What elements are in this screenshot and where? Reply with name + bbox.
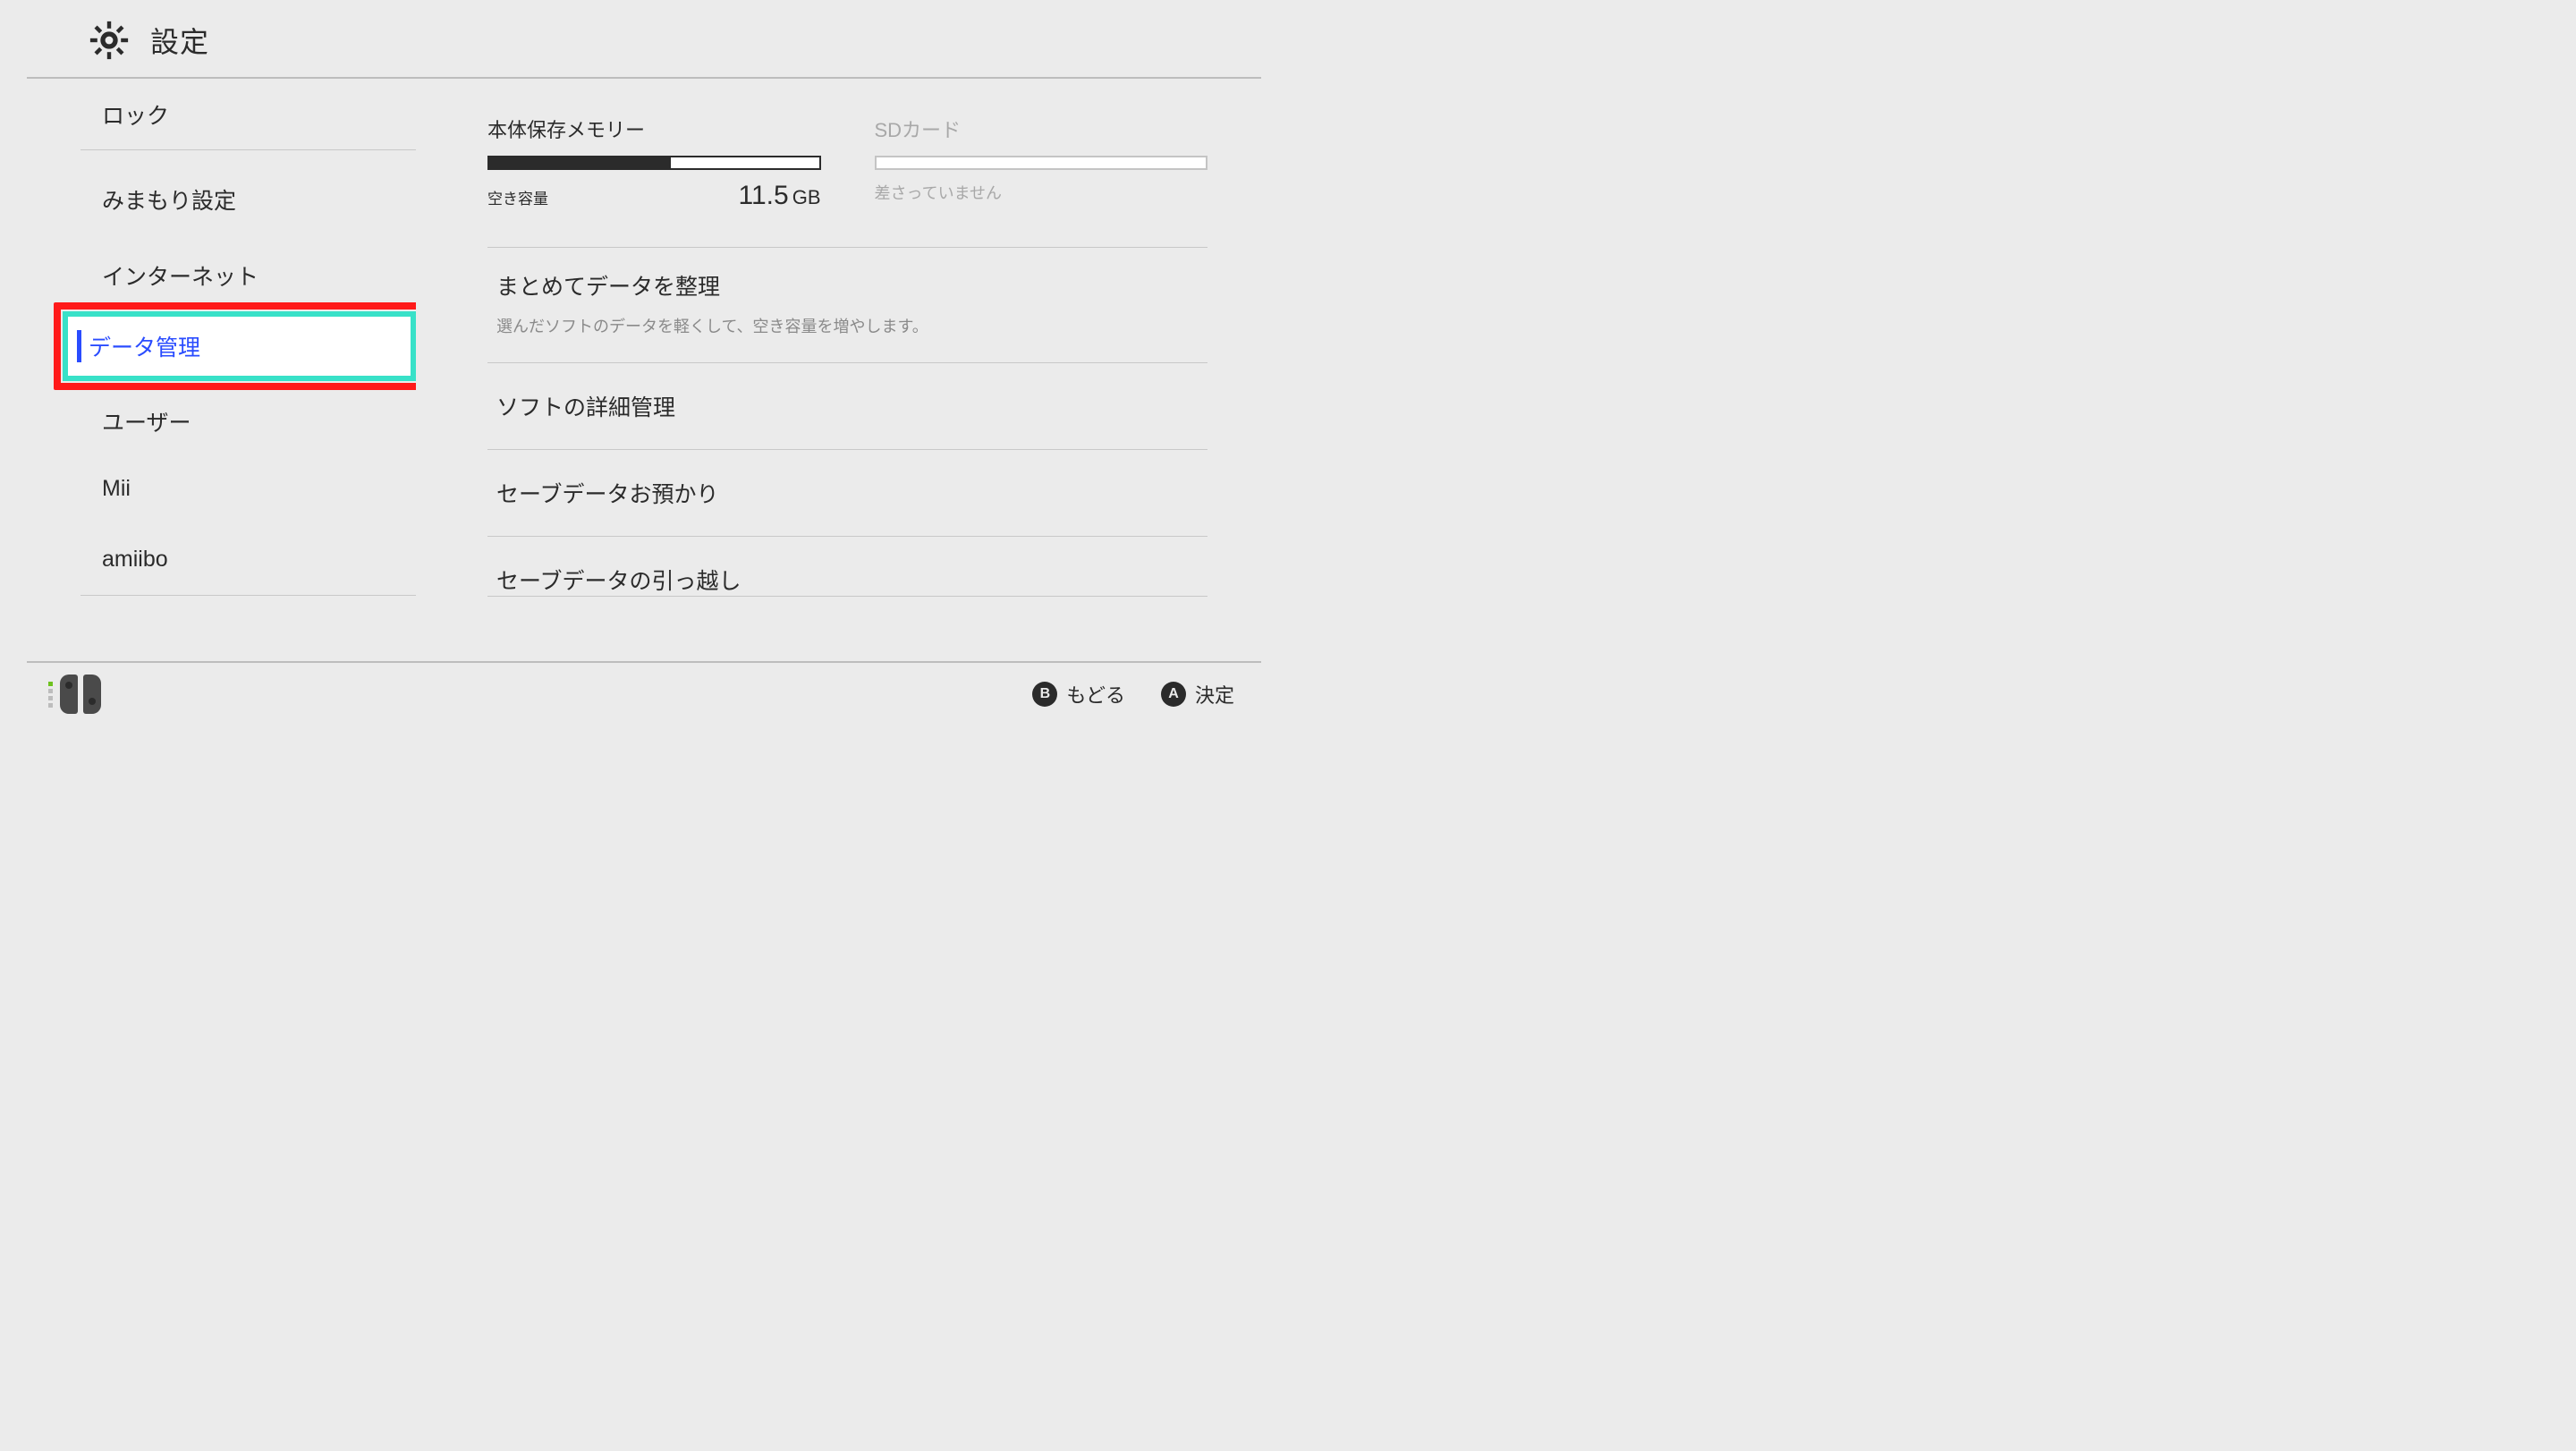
- storage-internal-bar: [487, 156, 821, 170]
- storage-summary: 本体保存メモリー 空き容量 11.5GB SDカード 差さっていません: [487, 115, 1208, 211]
- sidebar-item-internet[interactable]: インターネット: [80, 249, 416, 302]
- sidebar-item-label: ロック: [102, 98, 169, 131]
- page-title: 設定: [150, 20, 209, 61]
- storage-free-value: 11.5GB: [739, 181, 821, 211]
- sidebar-item-label: みまもり設定: [102, 183, 236, 216]
- storage-internal: 本体保存メモリー 空き容量 11.5GB: [487, 115, 821, 211]
- sidebar-item-label: Mii: [102, 476, 131, 502]
- sidebar-item-parental[interactable]: みまもり設定: [80, 150, 416, 249]
- menu-item-title: セーブデータお預かり: [487, 450, 1208, 536]
- back-action[interactable]: B もどる: [1032, 680, 1125, 709]
- storage-internal-fill: [489, 157, 671, 168]
- menu-item-save-transfer[interactable]: セーブデータの引っ越し: [487, 537, 1208, 597]
- settings-sidebar: ロック みまもり設定 インターネット データ管理 ユーザー Mii a: [0, 79, 416, 651]
- b-button-icon: B: [1032, 682, 1057, 707]
- sidebar-item-label: ユーザー: [102, 405, 191, 437]
- sidebar-item-mii[interactable]: Mii: [80, 453, 416, 524]
- sidebar-item-amiibo[interactable]: amiibo: [80, 524, 416, 596]
- menu-item-save-cloud[interactable]: セーブデータお預かり: [487, 450, 1208, 537]
- storage-sd-status: 差さっていません: [875, 181, 1208, 204]
- menu-item-desc: 選んだソフトのデータを軽くして、空き容量を増やします。: [487, 310, 1208, 362]
- back-label: もどる: [1066, 680, 1125, 709]
- gear-icon: [89, 21, 129, 60]
- sidebar-item-lock[interactable]: ロック: [80, 79, 416, 150]
- sidebar-item-label: インターネット: [102, 259, 258, 292]
- select-label: 決定: [1195, 680, 1234, 709]
- joycon-right-icon: [83, 675, 101, 714]
- storage-sd-label: SDカード: [875, 115, 1208, 143]
- data-management-menu: まとめてデータを整理 選んだソフトのデータを軽くして、空き容量を増やします。 ソ…: [487, 247, 1208, 597]
- a-button-icon: A: [1161, 682, 1186, 707]
- menu-item-archive[interactable]: まとめてデータを整理 選んだソフトのデータを軽くして、空き容量を増やします。: [487, 248, 1208, 363]
- player-dots: [48, 682, 53, 708]
- joycon-left-icon: [60, 675, 78, 714]
- storage-internal-label: 本体保存メモリー: [487, 115, 821, 143]
- storage-sd-bar: [875, 156, 1208, 170]
- menu-item-title: セーブデータの引っ越し: [487, 537, 1208, 596]
- storage-free-label: 空き容量: [487, 186, 548, 208]
- main-panel: 本体保存メモリー 空き容量 11.5GB SDカード 差さっていません ま: [416, 79, 1288, 651]
- controller-indicator: [48, 675, 101, 714]
- settings-header: 設定: [27, 0, 1261, 79]
- sidebar-item-label: amiibo: [102, 547, 168, 573]
- select-action[interactable]: A 決定: [1161, 680, 1234, 709]
- menu-item-title: まとめてデータを整理: [487, 248, 1208, 310]
- sidebar-item-users[interactable]: ユーザー: [80, 390, 416, 453]
- sidebar-item-data-management[interactable]: データ管理: [54, 302, 416, 390]
- storage-sd: SDカード 差さっていません: [875, 115, 1208, 211]
- menu-item-title: ソフトの詳細管理: [487, 363, 1208, 449]
- selection-indicator: [77, 330, 81, 362]
- menu-item-software-detail[interactable]: ソフトの詳細管理: [487, 363, 1208, 450]
- sidebar-item-label: データ管理: [89, 330, 200, 362]
- footer-bar: B もどる A 決定: [27, 661, 1261, 726]
